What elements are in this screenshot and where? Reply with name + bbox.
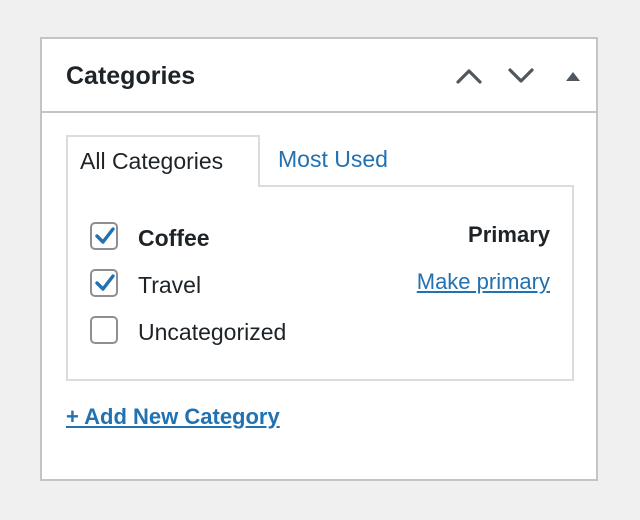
category-label: Uncategorized	[138, 319, 287, 345]
primary-label: Primary	[468, 222, 550, 247]
chevron-down-icon	[508, 68, 534, 83]
move-up-button[interactable]	[452, 59, 486, 93]
list-item: Coffee Primary	[90, 220, 550, 256]
category-label: Travel	[138, 272, 202, 298]
checkbox-coffee[interactable]	[90, 222, 118, 250]
checkmark-icon	[95, 274, 115, 291]
chevron-up-icon	[456, 69, 482, 84]
add-new-category-link[interactable]: + Add New Category	[66, 399, 280, 435]
tab-most-used[interactable]: Most Used	[278, 135, 388, 185]
toggle-panel-button[interactable]	[556, 59, 590, 93]
category-label: Coffee	[138, 225, 210, 251]
tab-all-categories[interactable]: All Categories	[66, 135, 260, 187]
checkbox-travel[interactable]	[90, 269, 118, 297]
make-primary-link[interactable]: Make primary	[417, 264, 550, 300]
list-item: Uncategorized	[90, 314, 550, 350]
panel-header: Categories	[42, 39, 596, 113]
categories-panel: Categories All Categories Most Used Coff…	[40, 37, 598, 481]
list-item: Travel Make primary	[90, 267, 550, 303]
category-checklist: Coffee Primary Travel Make primary Uncat…	[66, 185, 574, 381]
panel-title: Categories	[66, 62, 196, 90]
triangle-up-icon	[566, 72, 580, 81]
move-down-button[interactable]	[504, 59, 538, 93]
checkmark-icon	[95, 227, 115, 244]
checkbox-uncategorized[interactable]	[90, 316, 118, 344]
